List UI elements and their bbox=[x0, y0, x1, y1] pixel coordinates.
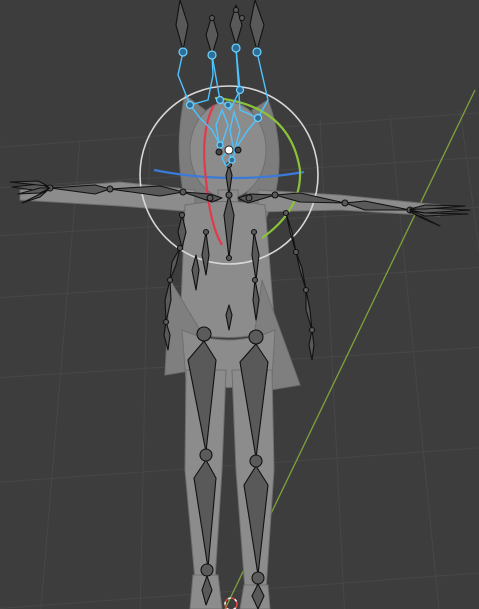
joint-hip-left[interactable] bbox=[196, 326, 212, 342]
bones-hair-right-chain[interactable] bbox=[282, 209, 316, 361]
viewport-canvas[interactable] bbox=[0, 0, 479, 609]
eye-bone-left[interactable] bbox=[215, 148, 223, 156]
bone-hair-spike-1[interactable] bbox=[175, 0, 189, 51]
eye-bone-right[interactable] bbox=[234, 146, 242, 154]
3d-cursor[interactable] bbox=[224, 597, 238, 609]
3d-viewport[interactable] bbox=[0, 0, 479, 609]
joint-hip-right[interactable] bbox=[248, 329, 264, 345]
bone-hair-spike-4[interactable] bbox=[249, 0, 265, 51]
head-pivot[interactable] bbox=[224, 145, 234, 155]
